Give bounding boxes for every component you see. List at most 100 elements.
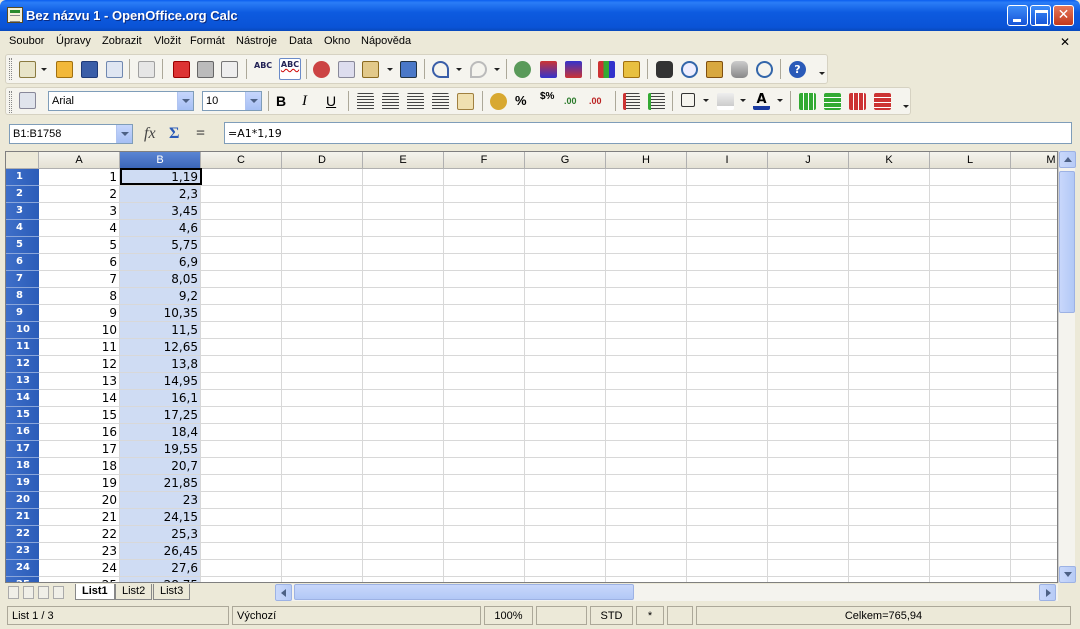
spreadsheet-grid[interactable]: ABCDEFGHIJKLM 1 1 1,19 2 2 2,3 3 3 3,45 4 4 4,6 5 5 5,… (5, 151, 1058, 583)
cell-j15[interactable] (768, 407, 849, 424)
cell-c18[interactable] (201, 458, 282, 475)
cell-i19[interactable] (687, 475, 768, 492)
cell-f6[interactable] (444, 254, 525, 271)
column-header-a[interactable]: A (39, 152, 120, 169)
cell-d19[interactable] (282, 475, 363, 492)
cell-a9[interactable]: 9 (39, 305, 120, 322)
cell-l25[interactable] (930, 577, 1011, 582)
cell-i21[interactable] (687, 509, 768, 526)
cell-f11[interactable] (444, 339, 525, 356)
column-header-j[interactable]: J (768, 152, 849, 169)
cell-f24[interactable] (444, 560, 525, 577)
standard-number-format-button[interactable]: $% (540, 91, 554, 102)
cell-b11[interactable]: 12,65 (120, 339, 201, 356)
cell-m9[interactable] (1011, 305, 1057, 322)
cell-c21[interactable] (201, 509, 282, 526)
cell-g16[interactable] (525, 424, 606, 441)
navigator-icon[interactable] (514, 61, 531, 78)
cell-i1[interactable] (687, 169, 768, 186)
row-header[interactable]: 2 (6, 186, 39, 203)
cell-e18[interactable] (363, 458, 444, 475)
cell-m4[interactable] (1011, 220, 1057, 237)
cell-j24[interactable] (768, 560, 849, 577)
data-sources-icon[interactable] (731, 61, 748, 78)
cell-j20[interactable] (768, 492, 849, 509)
cell-j25[interactable] (768, 577, 849, 582)
cell-a23[interactable]: 23 (39, 543, 120, 560)
cell-c2[interactable] (201, 186, 282, 203)
cell-c14[interactable] (201, 390, 282, 407)
cell-g14[interactable] (525, 390, 606, 407)
font-color-icon[interactable]: A (753, 93, 770, 110)
cell-c15[interactable] (201, 407, 282, 424)
cell-g25[interactable] (525, 577, 606, 582)
spellcheck-icon[interactable]: ABC (254, 61, 272, 78)
align-center-icon[interactable] (382, 93, 399, 110)
cell-i13[interactable] (687, 373, 768, 390)
cell-i8[interactable] (687, 288, 768, 305)
cell-j12[interactable] (768, 356, 849, 373)
cell-l1[interactable] (930, 169, 1011, 186)
cell-i18[interactable] (687, 458, 768, 475)
cell-b19[interactable]: 21,85 (120, 475, 201, 492)
cell-f18[interactable] (444, 458, 525, 475)
cell-l18[interactable] (930, 458, 1011, 475)
cell-g19[interactable] (525, 475, 606, 492)
cell-f15[interactable] (444, 407, 525, 424)
menu-upravy[interactable]: Úpravy (56, 35, 91, 47)
cell-k21[interactable] (849, 509, 930, 526)
font-size-box[interactable]: 10 (202, 91, 262, 111)
cell-k7[interactable] (849, 271, 930, 288)
cell-d24[interactable] (282, 560, 363, 577)
cell-i10[interactable] (687, 322, 768, 339)
cell-m12[interactable] (1011, 356, 1057, 373)
cell-k12[interactable] (849, 356, 930, 373)
save-icon[interactable] (81, 61, 98, 78)
cell-f23[interactable] (444, 543, 525, 560)
cell-h22[interactable] (606, 526, 687, 543)
cell-e20[interactable] (363, 492, 444, 509)
row-header[interactable]: 21 (6, 509, 39, 526)
cell-e23[interactable] (363, 543, 444, 560)
name-box-dropdown-icon[interactable] (116, 125, 132, 143)
cell-b10[interactable]: 11,5 (120, 322, 201, 339)
cell-k24[interactable] (849, 560, 930, 577)
row-header[interactable]: 3 (6, 203, 39, 220)
cell-i23[interactable] (687, 543, 768, 560)
cell-i16[interactable] (687, 424, 768, 441)
autospellcheck-icon[interactable]: ABC (279, 58, 301, 80)
cell-b13[interactable]: 14,95 (120, 373, 201, 390)
toolbar-grip[interactable] (9, 58, 12, 80)
cell-b18[interactable]: 20,7 (120, 458, 201, 475)
cell-a4[interactable]: 4 (39, 220, 120, 237)
cell-k9[interactable] (849, 305, 930, 322)
cell-f12[interactable] (444, 356, 525, 373)
cell-m14[interactable] (1011, 390, 1057, 407)
cell-g21[interactable] (525, 509, 606, 526)
cell-a21[interactable]: 21 (39, 509, 120, 526)
cell-m24[interactable] (1011, 560, 1057, 577)
cell-k22[interactable] (849, 526, 930, 543)
cell-g10[interactable] (525, 322, 606, 339)
borders-icon[interactable] (681, 93, 695, 107)
sum-icon[interactable]: Σ (169, 125, 179, 143)
cell-d12[interactable] (282, 356, 363, 373)
align-right-icon[interactable] (407, 93, 424, 110)
cell-b7[interactable]: 8,05 (120, 271, 201, 288)
cell-g12[interactable] (525, 356, 606, 373)
cell-h16[interactable] (606, 424, 687, 441)
cell-l14[interactable] (930, 390, 1011, 407)
cell-a24[interactable]: 24 (39, 560, 120, 577)
cell-h25[interactable] (606, 577, 687, 582)
copy-icon[interactable] (338, 61, 355, 78)
cell-g5[interactable] (525, 237, 606, 254)
row-header[interactable]: 16 (6, 424, 39, 441)
cell-i24[interactable] (687, 560, 768, 577)
cell-l10[interactable] (930, 322, 1011, 339)
cell-c4[interactable] (201, 220, 282, 237)
name-box[interactable]: B1:B1758 (9, 124, 133, 144)
cell-k16[interactable] (849, 424, 930, 441)
cell-f16[interactable] (444, 424, 525, 441)
row-header[interactable]: 24 (6, 560, 39, 577)
row-header[interactable]: 17 (6, 441, 39, 458)
